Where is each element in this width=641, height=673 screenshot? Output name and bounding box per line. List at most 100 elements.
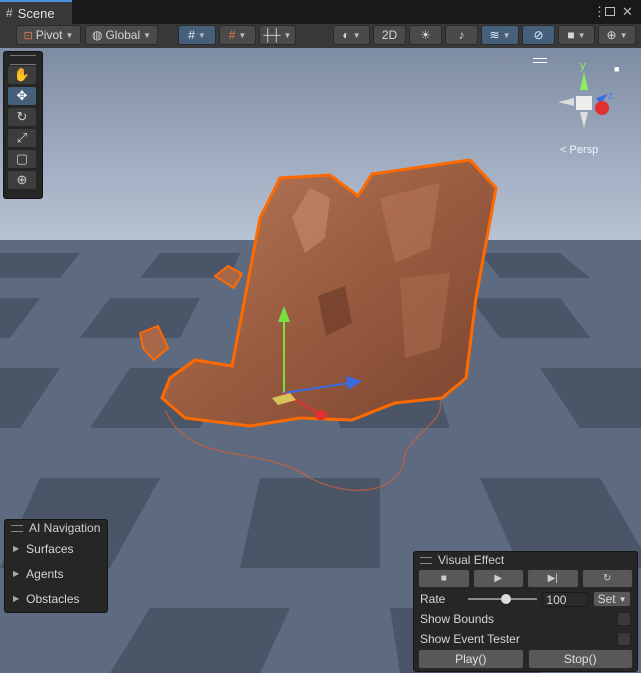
chevron-right-icon: ▶ xyxy=(13,544,20,553)
close-icon[interactable]: ✕ xyxy=(622,4,633,20)
persp-label: < Persp xyxy=(560,144,599,156)
step-icon: ▶| xyxy=(547,573,558,584)
grid-snap-icon: # xyxy=(188,28,195,42)
mode-2d-toggle[interactable]: 2D xyxy=(373,25,406,45)
list-item-label: Obstacles xyxy=(26,591,80,606)
grid-icon: # xyxy=(6,6,13,20)
rect-tool-button[interactable]: ▢ xyxy=(8,150,36,168)
audio-toggle[interactable]: ♪ xyxy=(445,25,478,45)
rate-label: Rate xyxy=(420,592,446,606)
chevron-down-icon: ▼ xyxy=(283,30,292,40)
event-buttons: Play() Stop() xyxy=(414,649,637,669)
chevron-right-icon: ▶ xyxy=(13,569,20,578)
ai-navigation-title: AI Navigation xyxy=(29,521,101,535)
show-event-tester-label: Show Event Tester xyxy=(420,632,520,646)
tab-scene-label: Scene xyxy=(17,5,55,21)
restart-button[interactable]: ↻ xyxy=(581,569,633,588)
gizmos-dropdown[interactable]: ⊕ ▼ xyxy=(598,25,636,45)
show-bounds-label: Show Bounds xyxy=(420,612,495,626)
stop-icon: ■ xyxy=(440,573,447,584)
camera-dropdown[interactable]: ■ ▼ xyxy=(558,25,595,45)
layers-icon: ≋ xyxy=(489,28,500,42)
chevron-down-icon: ▼ xyxy=(352,30,361,40)
step-button[interactable]: ▶| xyxy=(527,569,579,588)
show-bounds-row: Show Bounds xyxy=(414,609,637,629)
list-item-label: Surfaces xyxy=(26,541,74,556)
stop-button[interactable]: ■ xyxy=(418,569,470,588)
chevron-right-icon: ▶ xyxy=(13,594,20,603)
playback-controls: ■ ▶ ▶| ↻ xyxy=(414,569,637,588)
rate-value: 100 xyxy=(546,592,567,607)
orientation-gizmo[interactable]: ■ y z < Persp xyxy=(533,58,630,168)
grid-snap-icon: # xyxy=(228,28,236,42)
pivot-dropdown[interactable]: ⊡ Pivot ▼ xyxy=(16,25,81,45)
tab-scene[interactable]: # Scene xyxy=(0,0,72,24)
mode-2d-label: 2D xyxy=(381,28,398,42)
lighting-toggle[interactable]: ☀ xyxy=(409,25,442,45)
play-event-label: Play() xyxy=(455,652,487,666)
chevron-down-icon: ▼ xyxy=(619,30,628,40)
chevron-down-icon: ▼ xyxy=(65,30,74,40)
drag-handle-icon xyxy=(420,556,432,564)
show-event-tester-checkbox[interactable] xyxy=(617,632,631,646)
chevron-down-icon: ▼ xyxy=(577,30,586,40)
set-dropdown[interactable]: Set ▼ xyxy=(593,591,631,607)
scale-icon: ⤢ xyxy=(16,130,28,145)
stop-event-button[interactable]: Stop() xyxy=(527,649,633,669)
visual-effect-overlay: Visual Effect ■ ▶ ▶| ↻ Rate 100 Set ▼ Sh… xyxy=(413,551,638,672)
visual-effect-title: Visual Effect xyxy=(438,553,505,567)
scene-visibility-toggle[interactable]: ⊘ xyxy=(522,25,555,45)
tools-overlay: ✋ ✥ ↻ ⤢ ▢ ⊕ xyxy=(3,51,43,199)
rotate-tool-button[interactable]: ↻ xyxy=(8,108,36,126)
transform-icon: ⊕ xyxy=(16,172,28,187)
play-event-button[interactable]: Play() xyxy=(418,649,524,669)
global-dropdown[interactable]: ◍ Global ▼ xyxy=(85,25,158,45)
eye-slash-icon: ⊘ xyxy=(533,28,544,42)
globe-icon: ◍ xyxy=(91,28,103,42)
list-item-surfaces[interactable]: ▶ Surfaces xyxy=(5,536,107,561)
list-item-agents[interactable]: ▶ Agents xyxy=(5,561,107,586)
scene-toolbar: ⊡ Pivot ▼ ◍ Global ▼ # ▼ # ▼ ┼┼ ▼ ◐ ▼ 2D… xyxy=(0,24,641,49)
gizmo-icon: ⊕ xyxy=(606,28,617,42)
list-item-obstacles[interactable]: ▶ Obstacles xyxy=(5,586,107,611)
scale-tool-button[interactable]: ⤢ xyxy=(8,129,36,147)
hand-tool-button[interactable]: ✋ xyxy=(8,66,36,84)
hand-icon: ✋ xyxy=(13,67,31,82)
move-icon: ✥ xyxy=(16,88,28,103)
snap-settings-dropdown[interactable]: ┼┼ ▼ xyxy=(259,25,296,45)
pivot-label: Pivot xyxy=(35,28,63,42)
ruler-icon: ┼┼ xyxy=(263,28,281,42)
audio-mute-icon: ♪ xyxy=(458,28,465,42)
rate-input[interactable]: 100 xyxy=(542,591,589,607)
visual-effect-header[interactable]: Visual Effect xyxy=(414,552,637,568)
increment-snap-toggle[interactable]: # ▼ xyxy=(219,25,256,45)
rate-slider[interactable] xyxy=(467,593,538,605)
chevron-down-icon: ▼ xyxy=(143,30,152,40)
set-label: Set xyxy=(597,592,616,606)
effects-dropdown[interactable]: ≋ ▼ xyxy=(481,25,519,45)
stop-event-label: Stop() xyxy=(563,652,597,666)
chevron-down-icon: ▼ xyxy=(618,594,627,604)
sphere-icon: ◐ xyxy=(342,28,350,42)
maximize-icon[interactable] xyxy=(605,7,615,16)
play-icon: ▶ xyxy=(494,573,503,584)
play-button[interactable]: ▶ xyxy=(472,569,524,588)
pivot-icon: ⊡ xyxy=(23,29,33,42)
grid-snapping-toggle[interactable]: # ▼ xyxy=(178,25,216,45)
lightbulb-icon: ☀ xyxy=(420,28,431,42)
chevron-down-icon: ▼ xyxy=(502,30,511,40)
show-bounds-checkbox[interactable] xyxy=(617,612,631,626)
ai-navigation-overlay: AI Navigation ▶ Surfaces ▶ Agents ▶ Obst… xyxy=(4,519,108,613)
chevron-down-icon: ▼ xyxy=(197,30,206,40)
slider-thumb[interactable] xyxy=(500,594,511,604)
move-tool-button[interactable]: ✥ xyxy=(8,87,36,105)
global-label: Global xyxy=(105,28,141,42)
shading-mode-dropdown[interactable]: ◐ ▼ xyxy=(333,25,370,45)
rate-row: Rate 100 Set ▼ xyxy=(414,589,637,609)
drag-handle-icon xyxy=(11,524,23,532)
transform-tool-button[interactable]: ⊕ xyxy=(8,171,36,189)
drag-handle-icon[interactable] xyxy=(10,55,36,65)
axis-cones-icon xyxy=(558,72,609,128)
ai-navigation-header[interactable]: AI Navigation xyxy=(5,520,107,536)
list-item-label: Agents xyxy=(26,566,64,581)
